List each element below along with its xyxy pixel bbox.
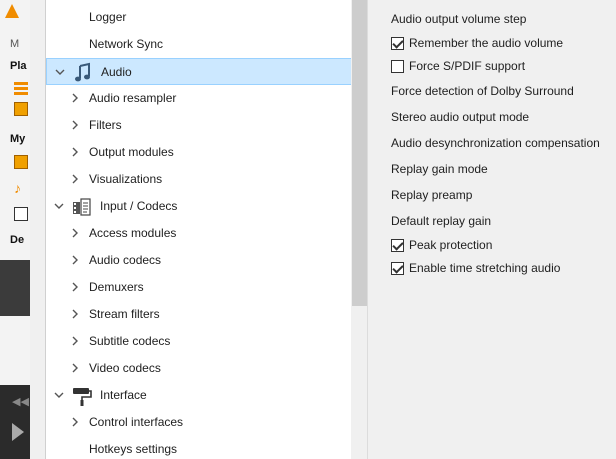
devices-label-fragment: De bbox=[10, 234, 25, 246]
chevron-right-icon[interactable] bbox=[69, 92, 81, 104]
tree-item-label: Control interfaces bbox=[89, 415, 184, 429]
my-videos-icon bbox=[14, 155, 28, 169]
tree-item-label: Visualizations bbox=[89, 172, 163, 186]
dialog-margin bbox=[30, 0, 45, 459]
tree-item-label: Output modules bbox=[89, 145, 174, 159]
background-vlc-window: M Pla My ♪ De ◀◀ bbox=[0, 0, 30, 459]
chevron-down-icon[interactable] bbox=[53, 200, 65, 212]
tree-item-interface[interactable]: Interface bbox=[46, 382, 351, 409]
preferences-tree[interactable]: Logger Network Sync Audio Audio resampler Fi… bbox=[45, 0, 351, 459]
tree-item-output-modules[interactable]: Output modules bbox=[46, 139, 351, 166]
option-text: Enable time stretching audio bbox=[409, 261, 561, 275]
chevron-down-icon[interactable] bbox=[54, 66, 66, 78]
tree-item-hotkeys-settings[interactable]: Hotkeys settings bbox=[46, 436, 351, 459]
tree-item-network-sync[interactable]: Network Sync bbox=[46, 31, 351, 58]
tree-item-label: Input / Codecs bbox=[100, 199, 178, 213]
tree-item-audio-codecs[interactable]: Audio codecs bbox=[46, 247, 351, 274]
player-controls: ◀◀ bbox=[0, 385, 30, 459]
tree-item-label: Video codecs bbox=[89, 361, 161, 375]
tree-item-logger[interactable]: Logger bbox=[46, 4, 351, 31]
paint-roller-icon bbox=[71, 385, 93, 407]
background-panel bbox=[0, 260, 30, 316]
chevron-right-icon[interactable] bbox=[69, 281, 81, 293]
audio-settings-panel: Audio output volume step Remember the aud… bbox=[368, 0, 616, 459]
checkbox-box[interactable] bbox=[391, 37, 404, 50]
tree-item-label: Demuxers bbox=[89, 280, 144, 294]
tree-item-label: Filters bbox=[89, 118, 122, 132]
chevron-right-icon[interactable] bbox=[69, 362, 81, 374]
playlist-icon bbox=[14, 82, 28, 96]
input-codecs-icon bbox=[71, 196, 93, 218]
chevron-right-icon[interactable] bbox=[69, 254, 81, 266]
checkbox-box[interactable] bbox=[391, 239, 404, 252]
tree-item-control-interfaces[interactable]: Control interfaces bbox=[46, 409, 351, 436]
tree-item-audio-resampler[interactable]: Audio resampler bbox=[46, 85, 351, 112]
my-pictures-icon bbox=[14, 207, 28, 221]
option-text: Replay gain mode bbox=[391, 162, 488, 176]
tree-item-input-codecs[interactable]: Input / Codecs bbox=[46, 193, 351, 220]
my-label-fragment: My bbox=[10, 133, 26, 145]
chevron-right-icon[interactable] bbox=[69, 146, 81, 158]
chevron-right-icon[interactable] bbox=[69, 119, 81, 131]
vlc-cone-icon bbox=[5, 4, 19, 18]
checkbox-box[interactable] bbox=[391, 60, 404, 73]
chevron-down-icon[interactable] bbox=[53, 389, 65, 401]
tree-item-filters[interactable]: Filters bbox=[46, 112, 351, 139]
tree-item-label: Subtitle codecs bbox=[89, 334, 171, 348]
tree-item-video-codecs[interactable]: Video codecs bbox=[46, 355, 351, 382]
tree-item-visualizations[interactable]: Visualizations bbox=[46, 166, 351, 193]
chevron-right-icon[interactable] bbox=[69, 227, 81, 239]
tree-item-demuxers[interactable]: Demuxers bbox=[46, 274, 351, 301]
chevron-right-icon[interactable] bbox=[69, 416, 81, 428]
option-text: Replay preamp bbox=[391, 188, 473, 202]
audio-note-icon bbox=[72, 62, 94, 84]
my-music-icon: ♪ bbox=[14, 180, 21, 196]
playlist-label-fragment: Pla bbox=[10, 60, 27, 72]
option-text: Stereo audio output mode bbox=[391, 110, 530, 124]
option-text: Remember the audio volume bbox=[409, 36, 564, 50]
video-film-icon bbox=[14, 102, 28, 116]
rewind-icon[interactable]: ◀◀ bbox=[12, 395, 29, 408]
preferences-dialog: Logger Network Sync Audio Audio resampler Fi… bbox=[30, 0, 616, 459]
tree-item-label: Stream filters bbox=[89, 307, 160, 321]
tree-item-label: Logger bbox=[89, 10, 127, 24]
tree-item-audio[interactable]: Audio bbox=[46, 58, 351, 85]
tree-item-stream-filters[interactable]: Stream filters bbox=[46, 301, 351, 328]
play-icon[interactable] bbox=[12, 423, 24, 441]
chevron-right-icon[interactable] bbox=[69, 173, 81, 185]
tree-item-label: Interface bbox=[100, 388, 147, 402]
chevron-right-icon[interactable] bbox=[69, 308, 81, 320]
option-text: Audio output volume step bbox=[391, 12, 527, 26]
tree-item-label: Hotkeys settings bbox=[89, 442, 178, 456]
scrollbar-thumb[interactable] bbox=[352, 0, 367, 306]
tree-item-label: Audio resampler bbox=[89, 91, 177, 105]
tree-scrollbar[interactable] bbox=[351, 0, 368, 459]
tree-item-label: Network Sync bbox=[89, 37, 164, 51]
menu-label-fragment: M bbox=[10, 38, 20, 50]
option-text: Peak protection bbox=[409, 238, 493, 252]
chevron-right-icon[interactable] bbox=[69, 335, 81, 347]
checkbox-box[interactable] bbox=[391, 262, 404, 275]
tree-item-label: Audio bbox=[101, 65, 132, 79]
option-text: Force detection of Dolby Surround bbox=[391, 84, 574, 98]
option-text: Default replay gain bbox=[391, 214, 492, 228]
option-text: Force S/PDIF support bbox=[409, 59, 526, 73]
tree-item-subtitle-codecs[interactable]: Subtitle codecs bbox=[46, 328, 351, 355]
tree-item-label: Access modules bbox=[89, 226, 177, 240]
tree-item-access-modules[interactable]: Access modules bbox=[46, 220, 351, 247]
tree-item-label: Audio codecs bbox=[89, 253, 162, 267]
option-text: Audio desynchronization compensation bbox=[391, 136, 600, 150]
